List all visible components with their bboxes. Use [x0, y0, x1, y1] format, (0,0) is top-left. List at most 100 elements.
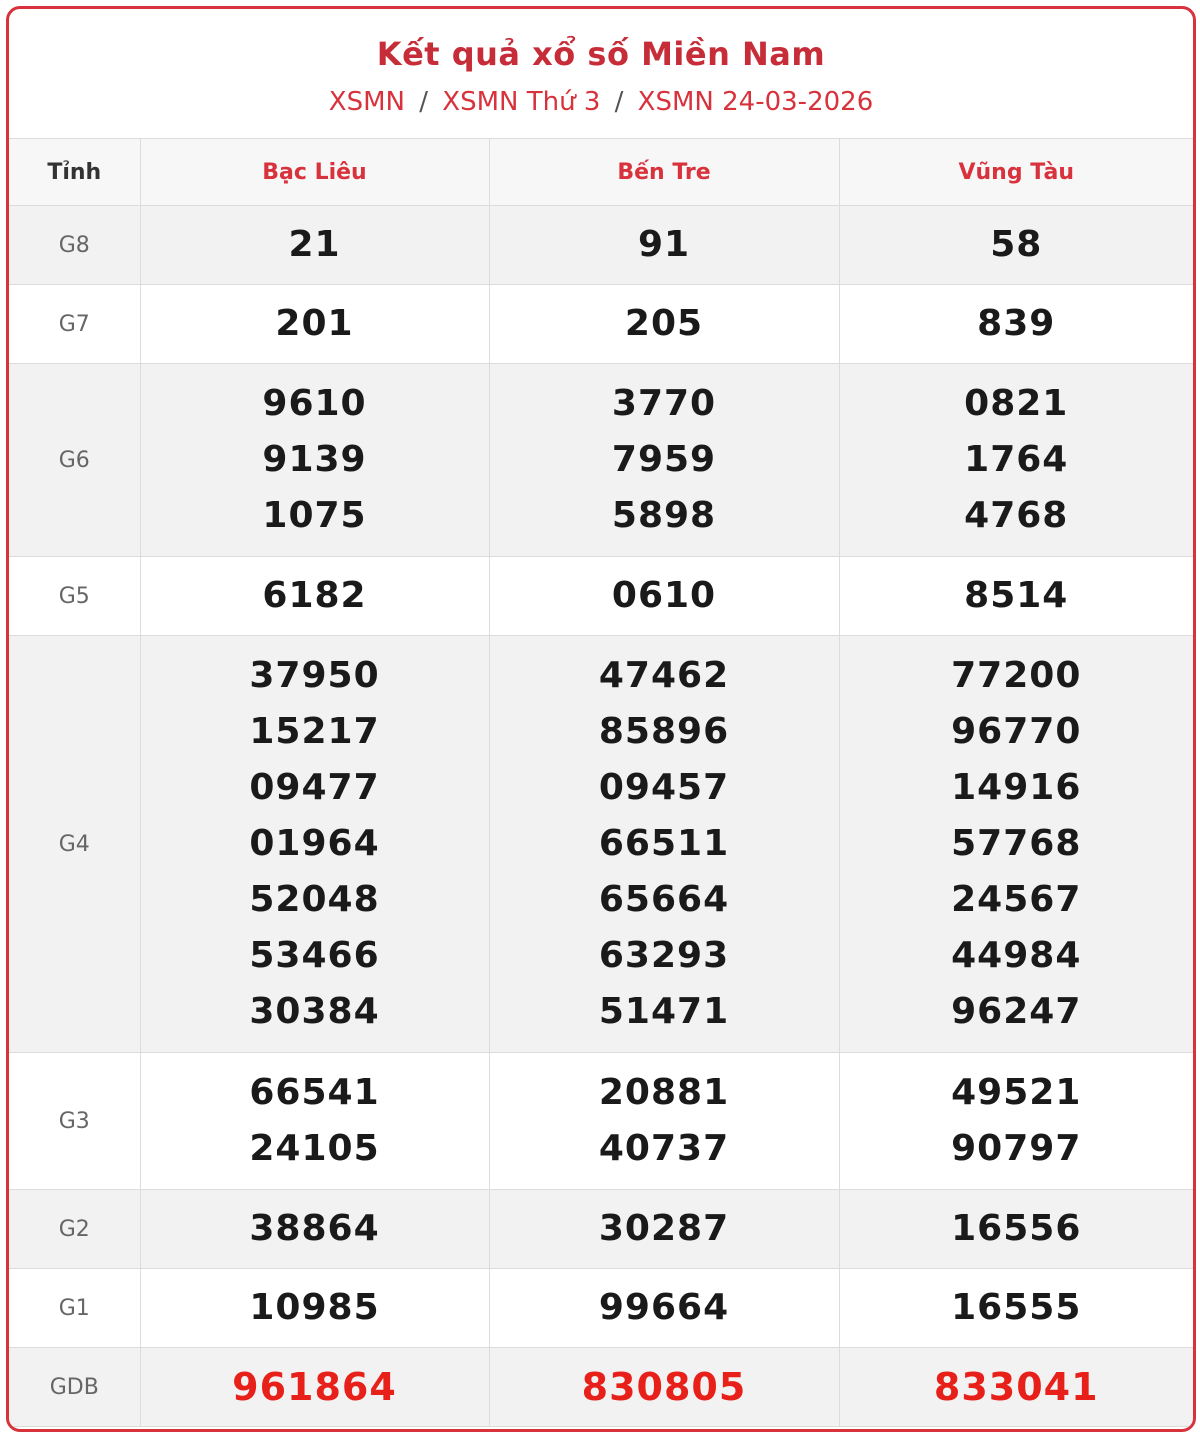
- prize-number: 09457: [598, 767, 730, 808]
- column-header-vung-tau[interactable]: Vũng Tàu: [838, 138, 1193, 206]
- prize-cell: 47462 85896 09457 66511 65664 63293 51471: [488, 635, 840, 1053]
- prize-cell: 16555: [838, 1268, 1193, 1348]
- breadcrumb-separator: /: [614, 87, 624, 117]
- prize-number: 38864: [249, 1208, 380, 1249]
- prize-cell: 66541 24105: [139, 1052, 490, 1190]
- prize-cell: 830805: [488, 1347, 840, 1427]
- prize-row-g5: G5 6182 0610 8514: [9, 556, 1193, 636]
- prize-row-g8: G8 21 91 58: [9, 205, 1193, 285]
- prize-number: 9610: [262, 383, 367, 424]
- prize-number: 57768: [951, 823, 1082, 864]
- results-card: Kết quả xổ số Miền Nam XSMN / XSMN Thứ 3…: [6, 6, 1196, 1432]
- prize-number: 53466: [249, 935, 380, 976]
- prize-number: 51471: [598, 991, 730, 1032]
- prize-cell: 91: [488, 205, 840, 285]
- prize-cell: 9610 9139 1075: [139, 363, 490, 557]
- prize-number: 6182: [262, 575, 367, 616]
- prize-cell: 833041: [838, 1347, 1193, 1427]
- results-table: Tỉnh Bạc Liêu Bến Tre Vũng Tàu G8 21 91 58 G…: [9, 138, 1193, 1427]
- prize-number: 52048: [249, 879, 380, 920]
- prize-number: 49521: [951, 1072, 1082, 1113]
- prize-number: 21: [288, 224, 341, 265]
- prize-number: 0821: [964, 383, 1069, 424]
- prize-row-g3: G3 66541 24105 20881 40737 49521 90797: [9, 1052, 1193, 1190]
- prize-number: 01964: [249, 823, 380, 864]
- prize-cell: 6182: [139, 556, 490, 636]
- prize-number: 14916: [951, 767, 1082, 808]
- results-header: Kết quả xổ số Miền Nam XSMN / XSMN Thứ 3…: [9, 9, 1193, 138]
- prize-number: 9139: [262, 439, 367, 480]
- prize-rows: G8 21 91 58 G7 201 205 839 G6 9610 9139 1075 3770 795…: [9, 205, 1193, 1427]
- prize-label: G2: [9, 1189, 141, 1269]
- prize-cell: 21: [139, 205, 490, 285]
- prize-number: 7959: [611, 439, 717, 480]
- prize-number: 16556: [951, 1208, 1082, 1249]
- breadcrumb-link-xsmn[interactable]: XSMN: [329, 87, 405, 117]
- prize-number: 16555: [951, 1287, 1082, 1328]
- prize-cell: 201: [139, 284, 490, 364]
- breadcrumb-link-xsmn-date[interactable]: XSMN 24-03-2026: [638, 87, 874, 117]
- prize-number: 66511: [598, 823, 730, 864]
- column-header-bac-lieu[interactable]: Bạc Liêu: [139, 138, 490, 206]
- prize-number: 830805: [581, 1365, 747, 1409]
- prize-number: 3770: [611, 383, 717, 424]
- column-header-province: Tỉnh: [9, 138, 141, 206]
- prize-row-g2: G2 38864 30287 16556: [9, 1189, 1193, 1269]
- prize-cell: 58: [838, 205, 1193, 285]
- prize-number: 4768: [964, 495, 1069, 536]
- prize-label: G5: [9, 556, 141, 636]
- prize-row-g4: G4 37950 15217 09477 01964 52048 53466 30384 474…: [9, 635, 1193, 1053]
- prize-label: G3: [9, 1052, 141, 1190]
- breadcrumb-separator: /: [419, 87, 428, 117]
- prize-cell: 37950 15217 09477 01964 52048 53466 30384: [139, 635, 490, 1053]
- prize-label: G4: [9, 635, 141, 1053]
- column-header-ben-tre[interactable]: Bến Tre: [488, 138, 840, 206]
- prize-number: 91: [637, 224, 691, 265]
- prize-row-g1: G1 10985 99664 16555: [9, 1268, 1193, 1348]
- prize-number: 205: [624, 303, 704, 344]
- breadcrumb-link-xsmn-thu-3[interactable]: XSMN Thứ 3: [442, 87, 600, 117]
- prize-number: 1075: [262, 495, 367, 536]
- prize-number: 24105: [249, 1128, 380, 1169]
- breadcrumb: XSMN / XSMN Thứ 3 / XSMN 24-03-2026: [9, 87, 1193, 117]
- prize-cell: 8514: [838, 556, 1193, 636]
- prize-row-g7: G7 201 205 839: [9, 284, 1193, 364]
- prize-number: 20881: [598, 1072, 730, 1113]
- prize-number: 99664: [598, 1287, 730, 1328]
- table-header-row: Tỉnh Bạc Liêu Bến Tre Vũng Tàu: [9, 138, 1193, 206]
- prize-number: 37950: [249, 655, 380, 696]
- prize-number: 1764: [964, 439, 1069, 480]
- prize-cell: 205: [488, 284, 840, 364]
- prize-number: 833041: [933, 1365, 1099, 1409]
- prize-cell: 38864: [139, 1189, 490, 1269]
- prize-number: 66541: [249, 1072, 380, 1113]
- prize-label: G1: [9, 1268, 141, 1348]
- prize-cell: 16556: [838, 1189, 1193, 1269]
- prize-number: 65664: [598, 879, 730, 920]
- prize-number: 96247: [951, 991, 1082, 1032]
- prize-label: G6: [9, 363, 141, 557]
- prize-cell: 99664: [488, 1268, 840, 1348]
- prize-number: 30287: [598, 1208, 730, 1249]
- prize-number: 5898: [611, 495, 717, 536]
- prize-row-gdb: GDB 961864 830805 833041: [9, 1347, 1193, 1427]
- prize-label: G7: [9, 284, 141, 364]
- prize-row-g6: G6 9610 9139 1075 3770 7959 5898 0821 1764 4768: [9, 363, 1193, 557]
- prize-number: 85896: [598, 711, 730, 752]
- prize-number: 96770: [951, 711, 1082, 752]
- prize-cell: 20881 40737: [488, 1052, 840, 1190]
- prize-cell: 3770 7959 5898: [488, 363, 840, 557]
- prize-number: 58: [990, 224, 1043, 265]
- prize-number: 961864: [232, 1365, 397, 1409]
- prize-number: 839: [977, 303, 1056, 344]
- page-title: Kết quả xổ số Miền Nam: [376, 35, 826, 73]
- prize-cell: 10985: [139, 1268, 490, 1348]
- prize-number: 47462: [598, 655, 730, 696]
- prize-number: 24567: [951, 879, 1082, 920]
- prize-cell: 839: [838, 284, 1193, 364]
- prize-number: 40737: [598, 1128, 730, 1169]
- prize-number: 44984: [951, 935, 1082, 976]
- prize-number: 15217: [249, 711, 380, 752]
- prize-number: 30384: [249, 991, 380, 1032]
- prize-cell: 0610: [488, 556, 840, 636]
